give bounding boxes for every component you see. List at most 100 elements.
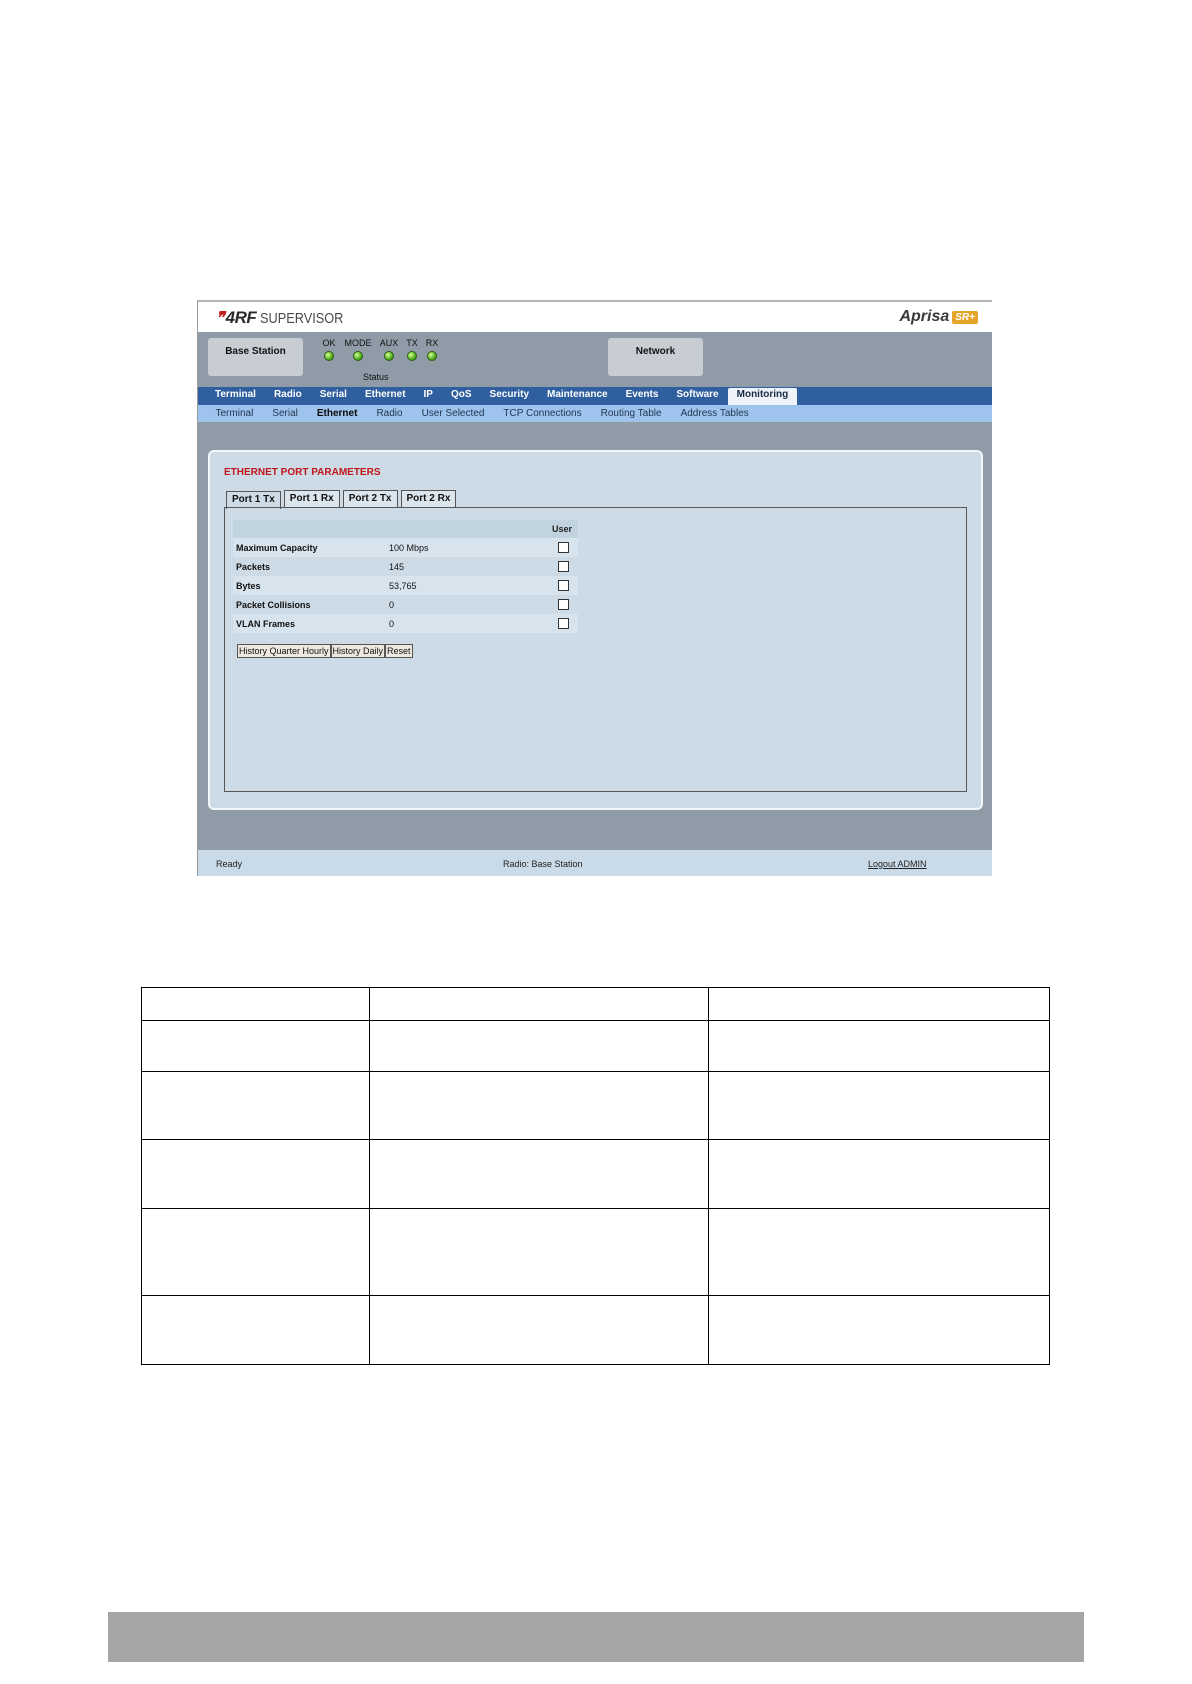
logo-suffix: SUPERVISOR	[260, 309, 344, 327]
table-row	[141, 1208, 1050, 1296]
nav-radio[interactable]: Radio	[265, 388, 311, 405]
table-cell	[708, 1020, 1050, 1072]
nav-security[interactable]: Security	[481, 388, 538, 405]
table-row: VLAN Frames 0	[233, 614, 578, 633]
table-cell	[708, 1208, 1050, 1296]
table-row	[141, 1139, 1050, 1209]
status-leds: OK MODE AUX TX RX	[318, 338, 442, 361]
radio-indicator: Radio: Base Station	[503, 859, 583, 869]
table-row: Packet Collisions 0	[233, 595, 578, 614]
led-tx-icon	[407, 351, 417, 361]
nav-software[interactable]: Software	[667, 388, 727, 405]
sub-nav: Terminal Serial Ethernet Radio User Sele…	[198, 405, 992, 422]
tab-port-2-rx[interactable]: Port 2 Rx	[400, 490, 457, 508]
user-checkbox[interactable]	[558, 542, 569, 554]
table-row	[141, 987, 1050, 1021]
table-cell	[708, 987, 1050, 1021]
ethernet-port-panel: ETHERNET PORT PARAMETERS Port 1 Tx Port …	[208, 450, 983, 810]
subnav-user-selected[interactable]: User Selected	[412, 408, 494, 419]
brand-badge: SR+	[952, 310, 978, 324]
led-label-ok: OK	[322, 338, 336, 348]
subnav-serial[interactable]: Serial	[263, 408, 308, 419]
table-cell	[708, 1139, 1050, 1209]
base-station-button[interactable]: Base Station	[208, 338, 303, 376]
table-row: Bytes 53,765	[233, 576, 578, 595]
nav-maintenance[interactable]: Maintenance	[538, 388, 617, 405]
history-daily-button[interactable]: History Daily	[330, 644, 386, 658]
nav-ethernet[interactable]: Ethernet	[356, 388, 415, 405]
header-user: User	[546, 520, 578, 538]
document-table	[141, 987, 1050, 1365]
supervisor-window: ❞ 4RF SUPERVISOR Aprisa SR+ Base Station…	[197, 300, 992, 876]
table-cell	[708, 1295, 1050, 1365]
led-label-aux: AUX	[379, 338, 399, 348]
reset-button[interactable]: Reset	[385, 644, 413, 658]
table-row	[141, 1071, 1050, 1140]
page-footer-bar	[108, 1612, 1084, 1662]
history-quarter-hourly-button[interactable]: History Quarter Hourly	[237, 644, 331, 658]
led-ok-icon	[324, 351, 334, 361]
tab-content: User Maximum Capacity 100 Mbps Packets 1…	[224, 507, 967, 792]
nav-monitoring[interactable]: Monitoring	[727, 388, 798, 405]
subnav-terminal[interactable]: Terminal	[206, 408, 263, 419]
logo-mark-icon: ❞	[216, 310, 225, 327]
user-checkbox[interactable]	[558, 561, 569, 573]
led-mode-icon	[353, 351, 363, 361]
4rf-logo: ❞ 4RF SUPERVISOR	[216, 308, 358, 328]
row-label: VLAN Frames	[233, 614, 386, 633]
panel-title: ETHERNET PORT PARAMETERS	[224, 467, 381, 478]
table-cell	[141, 1071, 370, 1140]
tab-port-1-rx[interactable]: Port 1 Rx	[283, 490, 340, 508]
subnav-routing-table[interactable]: Routing Table	[591, 408, 671, 419]
nav-qos[interactable]: QoS	[442, 388, 481, 405]
row-value: 53,765	[386, 576, 546, 595]
user-checkbox[interactable]	[558, 618, 569, 630]
table-row: Packets 145	[233, 557, 578, 576]
table-cell	[368, 1295, 710, 1365]
table-cell	[141, 1020, 370, 1072]
row-value: 0	[386, 614, 546, 633]
user-checkbox[interactable]	[558, 580, 569, 592]
header-blank	[386, 520, 546, 538]
main-nav: Terminal Radio Serial Ethernet IP QoS Se…	[198, 387, 992, 405]
app-header: ❞ 4RF SUPERVISOR Aprisa SR+	[198, 302, 992, 332]
network-button[interactable]: Network	[608, 338, 703, 376]
subnav-radio[interactable]: Radio	[367, 408, 412, 419]
user-checkbox[interactable]	[558, 599, 569, 611]
row-label: Packet Collisions	[233, 595, 386, 614]
tab-port-2-tx[interactable]: Port 2 Tx	[342, 490, 398, 508]
subnav-ethernet[interactable]: Ethernet	[307, 408, 367, 419]
table-cell	[368, 1208, 710, 1296]
table-cell	[141, 987, 370, 1021]
table-row: Maximum Capacity 100 Mbps	[233, 538, 578, 557]
row-label: Maximum Capacity	[233, 538, 386, 557]
table-cell	[141, 1208, 370, 1296]
table-cell	[368, 1071, 710, 1140]
table-row	[141, 1295, 1050, 1365]
app-footer: Ready Radio: Base Station Logout ADMIN	[198, 850, 992, 876]
parameters-table: User Maximum Capacity 100 Mbps Packets 1…	[233, 520, 578, 633]
row-value: 100 Mbps	[386, 538, 546, 557]
status-caption: Status	[363, 372, 389, 382]
nav-events[interactable]: Events	[617, 388, 668, 405]
subnav-address-tables[interactable]: Address Tables	[671, 408, 758, 419]
port-tabs: Port 1 Tx Port 1 Rx Port 2 Tx Port 2 Rx	[226, 490, 457, 509]
row-label: Bytes	[233, 576, 386, 595]
led-rx-icon	[427, 351, 437, 361]
aprisa-brand: Aprisa SR+	[899, 308, 978, 326]
logout-link[interactable]: Logout ADMIN	[868, 859, 927, 869]
logo-text: 4RF	[225, 308, 257, 327]
table-cell	[141, 1139, 370, 1209]
action-buttons: History Quarter Hourly History Daily Res…	[237, 644, 413, 658]
nav-terminal[interactable]: Terminal	[206, 388, 265, 405]
table-cell	[708, 1071, 1050, 1140]
led-label-rx: RX	[425, 338, 439, 348]
nav-serial[interactable]: Serial	[311, 388, 356, 405]
led-aux-icon	[384, 351, 394, 361]
table-cell	[141, 1295, 370, 1365]
row-value: 145	[386, 557, 546, 576]
brand-name: Aprisa	[899, 308, 950, 325]
nav-ip[interactable]: IP	[415, 388, 442, 405]
subnav-tcp-connections[interactable]: TCP Connections	[494, 408, 591, 419]
table-cell	[368, 1020, 710, 1072]
